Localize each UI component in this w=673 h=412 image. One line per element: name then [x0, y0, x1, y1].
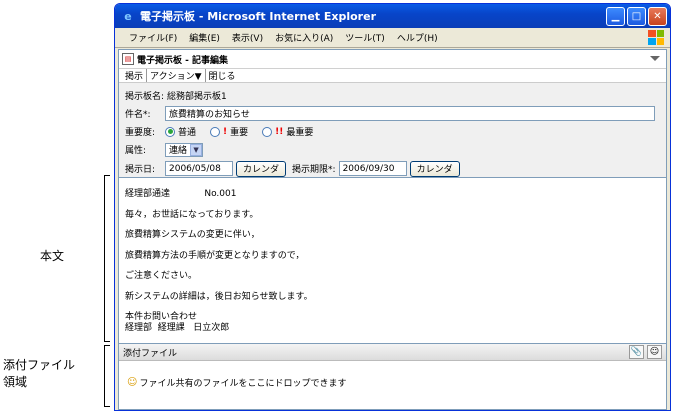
menu-edit[interactable]: 編集(E) [183, 31, 226, 44]
drop-text: ファイル共有のファイルをここにドロップできます [139, 379, 347, 389]
subject-input[interactable]: 旅費精算のお知らせ [165, 106, 655, 121]
contact-line: 本件お問い合わせ [125, 312, 198, 322]
board-name-label: 掲示板名: [125, 92, 165, 102]
body-line: 新システムの詳細は，後日お知らせ致します。 [125, 291, 313, 302]
menu-tools[interactable]: ツール(T) [339, 31, 391, 44]
board-icon: ▤ [122, 53, 134, 65]
minimize-button[interactable]: ▁ [606, 6, 625, 26]
attribute-label: 属性: [125, 146, 147, 156]
attachment-header: 添付ファイル 📎 ☺ [119, 344, 666, 361]
close-button[interactable]: ✕ [648, 6, 667, 26]
body-bracket [104, 175, 110, 342]
attach-annotation-line1: 添付ファイル [3, 358, 76, 372]
importance-highest-icon: !! [275, 126, 284, 137]
ie-icon: e [124, 9, 132, 23]
deadline-calendar-button[interactable]: カレンダ [409, 160, 460, 177]
chevron-down-icon[interactable]: ▼ [190, 143, 203, 156]
attach-bracket [104, 345, 110, 407]
menu-bar: ファイル(F) 編集(E) 表示(V) お気に入り(A) ツール(T) ヘルプ(… [115, 28, 670, 48]
drop-icon: ☺ [127, 377, 138, 388]
menu-favorites[interactable]: お気に入り(A) [269, 31, 339, 44]
attribute-select[interactable]: 連絡 ▼ [165, 142, 204, 157]
importance-high-icon: ! [223, 126, 228, 137]
body-line: 旅費精算方法の手順が変更となりますので， [125, 250, 305, 261]
menu-help[interactable]: ヘルプ(H) [391, 31, 444, 44]
body-line: ご注意ください。 [125, 271, 198, 281]
menu-file[interactable]: ファイル(F) [123, 31, 183, 44]
post-date-calendar-button[interactable]: カレンダ [236, 160, 287, 177]
body-textarea[interactable]: 経理部通達 No.001 毎々，お世話になっております。 旅費精算システムの変更… [119, 178, 666, 344]
close-action[interactable]: 閉じる [206, 69, 239, 82]
window-title: 電子掲示板 - Microsoft Internet Explorer [140, 10, 376, 23]
attach-file-icon[interactable]: ☺ [647, 345, 662, 359]
deadline-label: 掲示期限*: [292, 165, 336, 175]
menu-view[interactable]: 表示(V) [226, 31, 269, 44]
action-menu[interactable]: アクション▼ [147, 69, 206, 82]
app-header: ▤ 電子掲示板 - 記事編集 [119, 50, 666, 69]
board-name-value: 総務部掲示板1 [167, 92, 227, 102]
windows-logo-icon [648, 30, 664, 45]
importance-normal-label: 普通 [178, 128, 197, 138]
post-action[interactable]: 掲示 [122, 69, 148, 82]
importance-high-label: 重要 [230, 128, 249, 138]
subject-label: 件名*: [125, 110, 151, 120]
attribute-value: 連絡 [169, 146, 188, 156]
action-bar: 掲示 アクション▼ 閉じる [119, 69, 666, 83]
post-date-input[interactable]: 2006/05/08 [165, 161, 233, 176]
importance-highest-radio[interactable] [262, 126, 273, 137]
app-title: 電子掲示板 - 記事編集 [137, 55, 229, 66]
title-bar[interactable]: e 電子掲示板 - Microsoft Internet Explorer ▁ … [115, 4, 670, 28]
maximize-button[interactable]: □ [627, 6, 646, 26]
edit-form: 掲示板名: 総務部掲示板1 件名*: 旅費精算のお知らせ 重要度: 普通 ! 重… [119, 83, 666, 178]
deadline-input[interactable]: 2006/09/30 [338, 161, 407, 176]
importance-label: 重要度: [125, 128, 156, 138]
collapse-icon[interactable] [650, 56, 660, 61]
attachment-title: 添付ファイル [123, 348, 178, 359]
importance-highest-label: 最重要 [286, 128, 314, 138]
importance-normal-radio[interactable] [165, 126, 175, 137]
page-content: ▤ 電子掲示板 - 記事編集 掲示 アクション▼ 閉じる 掲示板名: 総務部掲示… [118, 49, 667, 410]
importance-high-radio[interactable] [210, 126, 221, 137]
attachment-drop-area[interactable]: ☺ ファイル共有のファイルをここにドロップできます [119, 361, 666, 404]
paperclip-icon[interactable]: 📎 [629, 345, 644, 359]
body-line: 経理部通達 No.001 [125, 189, 237, 199]
browser-window: e 電子掲示板 - Microsoft Internet Explorer ▁ … [114, 3, 671, 411]
attach-annotation-line2: 領域 [3, 375, 28, 389]
body-line: 旅費精算システムの変更に伴い， [125, 230, 260, 240]
contact-line: 経理部 経理課 日立次郎 [125, 323, 230, 333]
body-annotation: 本文 [40, 249, 65, 263]
body-line: 毎々，お世話になっております。 [125, 209, 259, 220]
post-date-label: 掲示日: [125, 165, 156, 175]
